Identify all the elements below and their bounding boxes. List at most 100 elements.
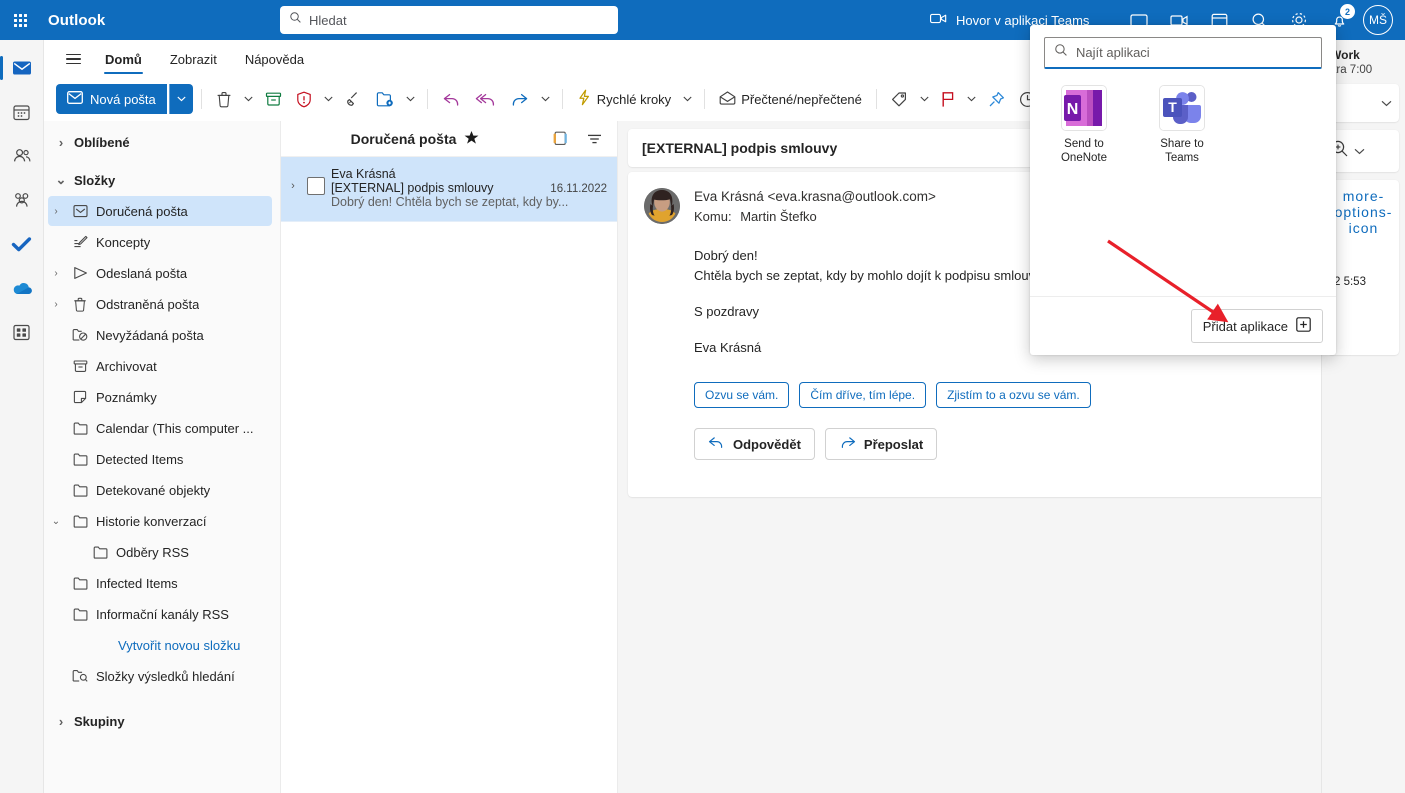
sidebar-item-detekovane-objekty[interactable]: Detekované objekty	[48, 475, 272, 505]
app-tile-label: Share to Teams	[1160, 138, 1204, 164]
categorize-dropdown[interactable]	[916, 84, 933, 114]
filled-star-icon[interactable]	[464, 130, 479, 148]
rail-item-todo[interactable]	[2, 224, 42, 264]
chevron-right-icon: ›	[58, 713, 64, 729]
tab-view[interactable]: Zobrazit	[157, 46, 230, 72]
sidebar-item-search-folders[interactable]: Složky výsledků hledání	[48, 661, 272, 691]
expand-conversation-icon[interactable]: ›	[285, 167, 301, 209]
tab-help[interactable]: Nápověda	[232, 46, 317, 72]
rail-item-groups[interactable]	[2, 180, 42, 220]
report-junk-button[interactable]	[290, 84, 318, 114]
hamburger-menu-icon[interactable]	[56, 44, 90, 74]
reply-button[interactable]	[436, 84, 467, 114]
new-mail-dropdown[interactable]	[168, 84, 193, 114]
calendar-next-time: ítra 7:00	[1330, 64, 1373, 76]
suggested-replies: Ozvu se vám. Čím dříve, tím lépe. Zjistí…	[694, 382, 1373, 408]
tab-home[interactable]: Domů	[92, 46, 155, 74]
suggested-reply-chip[interactable]: Zjistím to a ozvu se vám.	[936, 382, 1091, 408]
sidebar-item-infected-items[interactable]: Infected Items	[48, 568, 272, 598]
sweep-button[interactable]	[339, 84, 368, 114]
groups-group-header[interactable]: › Skupiny	[44, 706, 280, 736]
delete-button[interactable]	[210, 84, 238, 114]
read-unread-button[interactable]: Přečtené/nepřečtené	[713, 84, 868, 114]
message-list-header: Doručená pošta	[281, 121, 617, 157]
sidebar-item-junk[interactable]: Nevyžádaná pošta	[48, 320, 272, 350]
folders-group-header[interactable]: ⌄ Složky	[44, 165, 280, 195]
table-row[interactable]: › Eva Krásná [EXTERNAL] podpis smlouvy 1…	[281, 157, 617, 222]
archive-button[interactable]	[259, 84, 288, 114]
rail-item-onedrive[interactable]	[2, 268, 42, 308]
avatar[interactable]: MŠ	[1363, 5, 1393, 35]
message-sender-address: Eva Krásná <eva.krasna@outlook.com>	[694, 189, 936, 204]
focused-inbox-icon[interactable]	[547, 126, 573, 152]
message-checkbox[interactable]	[307, 177, 325, 195]
quick-steps-button[interactable]: Rychlé kroky	[571, 84, 677, 114]
forward-dropdown[interactable]	[537, 84, 554, 114]
suggested-reply-chip[interactable]: Čím dříve, tím lépe.	[799, 382, 927, 408]
add-apps-button[interactable]: Přidat aplikace	[1190, 309, 1323, 343]
sidebar-item-archive[interactable]: Archivovat	[48, 351, 272, 381]
sidebar-item-notes[interactable]: Poznámky	[48, 382, 272, 412]
rail-item-calendar[interactable]	[2, 92, 42, 132]
chevron-down-icon: ⌄	[51, 515, 61, 527]
move-to-button[interactable]	[370, 84, 400, 114]
new-mail-label: Nová pošta	[90, 91, 156, 107]
create-new-folder-label: Vytvořit novou složku	[118, 637, 241, 653]
quick-steps-dropdown[interactable]	[679, 84, 696, 114]
divider	[426, 89, 428, 109]
sidebar-item-odbery-rss[interactable]: Odběry RSS	[68, 537, 272, 567]
app-search-input[interactable]: Najít aplikaci	[1044, 37, 1322, 69]
divider	[704, 89, 706, 109]
recipients-value: Martin Štefko	[740, 209, 817, 224]
event-card[interactable]: more-options-icon 2 5:53	[1328, 180, 1399, 355]
forward-button[interactable]	[504, 84, 535, 114]
folders-label: Složky	[74, 172, 116, 188]
flag-button[interactable]	[935, 84, 961, 114]
sidebar-item-calendar-local[interactable]: Calendar (This computer ...	[48, 413, 272, 443]
calendar-card-collapsed[interactable]	[1328, 84, 1399, 122]
reply-all-button[interactable]	[469, 84, 502, 114]
sidebar-item-deleted[interactable]: › Odstraněná pošta	[48, 289, 272, 319]
sidebar-item-label: Poznámky	[96, 389, 157, 405]
new-mail-button[interactable]: Nová pošta	[56, 84, 167, 114]
suggested-reply-chip[interactable]: Ozvu se vám.	[694, 382, 790, 408]
move-to-dropdown[interactable]	[402, 84, 419, 114]
sidebar-item-label: Detekované objekty	[96, 482, 211, 498]
message-actions: Odpovědět Přeposlat	[694, 428, 1373, 460]
rail-item-mail[interactable]	[0, 48, 42, 88]
svg-text:N: N	[1067, 101, 1079, 118]
calendar-name: Work	[1330, 48, 1360, 62]
reply-label: Odpovědět	[733, 436, 801, 452]
app-tile-share-to-teams[interactable]: T Share to Teams	[1146, 85, 1218, 165]
groups-label: Skupiny	[74, 713, 125, 729]
sidebar-item-detected-items[interactable]: Detected Items	[48, 444, 272, 474]
search-placeholder: Hledat	[309, 12, 347, 28]
folder-icon	[71, 577, 89, 590]
flag-dropdown[interactable]	[963, 84, 980, 114]
filter-icon[interactable]	[581, 126, 607, 152]
search-input[interactable]: Hledat	[280, 6, 618, 34]
rail-item-more-apps[interactable]	[2, 312, 42, 352]
reply-button[interactable]: Odpovědět	[694, 428, 815, 460]
categorize-button[interactable]	[885, 84, 914, 114]
folder-icon	[71, 484, 89, 497]
body-line-1: Dobrý den!	[694, 248, 758, 263]
delete-dropdown[interactable]	[240, 84, 257, 114]
rail-item-people[interactable]	[2, 136, 42, 176]
sidebar-item-informacni-kanaly-rss[interactable]: Informační kanály RSS	[48, 599, 272, 629]
favorites-group-header[interactable]: › Oblíbené	[44, 127, 280, 157]
forward-button[interactable]: Přeposlat	[824, 428, 938, 460]
more-options-icon[interactable]: more-options-icon	[1334, 188, 1393, 236]
pin-button[interactable]	[982, 84, 1011, 114]
app-launcher-icon[interactable]	[0, 0, 40, 40]
create-new-folder-link[interactable]: Vytvořit novou složku	[48, 630, 272, 660]
chevron-down-icon[interactable]	[1354, 142, 1365, 160]
zoom-card[interactable]	[1328, 130, 1399, 172]
app-tile-send-to-onenote[interactable]: N Send to OneNote	[1048, 85, 1120, 165]
inbox-icon	[71, 204, 89, 218]
sidebar-item-drafts[interactable]: Koncepty	[48, 227, 272, 257]
sidebar-item-inbox[interactable]: › Doručená pošta	[48, 196, 272, 226]
sidebar-item-sent[interactable]: › Odeslaná pošta	[48, 258, 272, 288]
sidebar-item-historie-konverzaci[interactable]: ⌄ Historie konverzací	[48, 506, 272, 536]
report-junk-dropdown[interactable]	[320, 84, 337, 114]
